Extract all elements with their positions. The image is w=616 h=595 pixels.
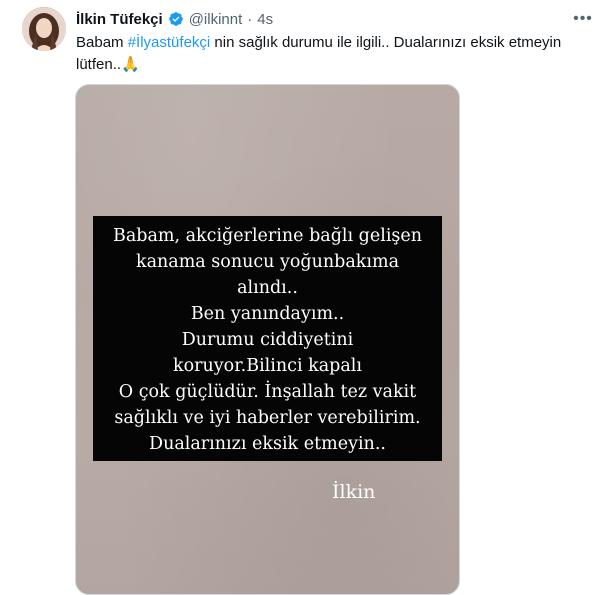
avatar[interactable]: [22, 7, 66, 51]
story-line: koruyor.Bilinci kapalı: [173, 356, 362, 376]
story-text-box: Babam, akciğerlerine bağlı gelişen kanam…: [93, 216, 442, 461]
tweet-text: Babam #İlyastüfekçi nin sağlık durumu il…: [76, 32, 586, 76]
story-line: Dualarınızı eksik etmeyin..: [149, 434, 386, 454]
story-line: kanama sonucu yoğunbakıma: [135, 252, 400, 272]
story-line: Durumu ciddiyetini: [181, 330, 354, 350]
story-line: Babam, akciğerlerine bağlı gelişen: [112, 226, 423, 246]
separator-dot: ·: [247, 10, 253, 28]
author-handle[interactable]: @ilkinnt: [189, 11, 243, 28]
author-name[interactable]: İlkin Tüfekçi: [76, 11, 163, 28]
story-line: Ben yanındayım..: [190, 304, 345, 324]
timestamp[interactable]: 4s: [257, 11, 273, 28]
tweet-header: İlkin Tüfekçi @ilkinnt · 4s: [76, 9, 273, 29]
avatar-image: [22, 7, 66, 51]
story-line: O çok güçlüdür. İnşallah tez vakit: [118, 382, 417, 402]
story-line: sağlıklı ve iyi haberler verebilirim.: [114, 408, 421, 428]
hashtag-link[interactable]: #İlyastüfekçi: [128, 34, 211, 51]
tweet-text-part: Babam: [76, 34, 128, 51]
story-signature: İlkin: [332, 481, 376, 503]
more-options-icon[interactable]: •••: [572, 10, 594, 28]
verified-badge-icon: [168, 11, 184, 27]
tweet: İlkin Tüfekçi @ilkinnt · 4s ••• Babam #İ…: [0, 0, 616, 595]
story-line: alındı..: [237, 278, 298, 298]
tweet-media-image[interactable]: Babam, akciğerlerine bağlı gelişen kanam…: [75, 84, 460, 595]
